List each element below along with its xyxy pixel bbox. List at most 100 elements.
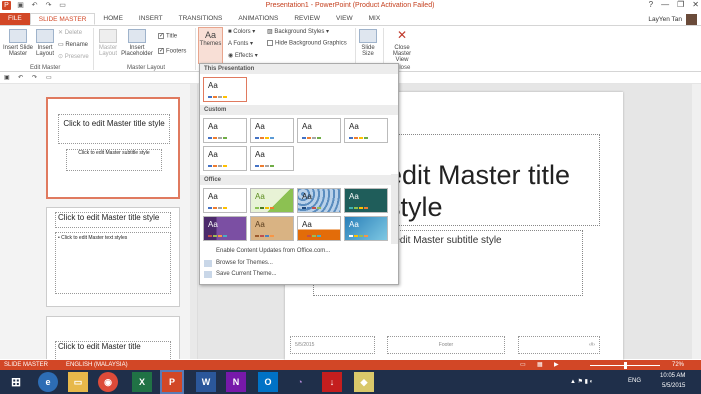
theme-custom-5[interactable]: Aa: [203, 146, 247, 171]
thumbnail-scrollbar[interactable]: [190, 84, 197, 359]
zoom-thumb[interactable]: [624, 362, 627, 369]
outlook-icon[interactable]: O: [258, 372, 278, 392]
clock-date[interactable]: 5/5/2015: [662, 383, 685, 389]
enable-updates-item: Enable Content Updates from Office.com..…: [216, 248, 331, 254]
tray-icons[interactable]: ▲ ⚑ ▮ ◐: [570, 378, 593, 385]
slide-master-icon: [9, 29, 27, 43]
slide-size-button[interactable]: Slide Size: [357, 29, 379, 57]
clock-time[interactable]: 10:05 AM: [660, 373, 685, 379]
theme-wisp[interactable]: Aa: [297, 216, 341, 241]
layout-thumbnail[interactable]: Click to edit Master title style • Click…: [46, 207, 180, 307]
thumb-body-2: • Click to edit Master text styles: [55, 232, 171, 294]
file-explorer-icon[interactable]: ▭: [68, 372, 88, 392]
close-button[interactable]: ✕: [692, 0, 699, 9]
insert-slide-master-button[interactable]: Insert Slide Master: [2, 29, 34, 57]
background-styles-button[interactable]: ▨ Background Styles ▾: [267, 28, 329, 35]
download-icon[interactable]: ↓: [322, 372, 342, 392]
browse-themes-item[interactable]: Browse for Themes...: [216, 260, 273, 266]
theme-facet[interactable]: Aa: [250, 188, 294, 213]
taskbar: ⊞ e ▭ ◉ X P W N O ◔ ↓ ◆ ▲ ⚑ ▮ ◐ ENG 10:0…: [0, 370, 701, 394]
user-account[interactable]: LayYen Tan: [648, 14, 697, 25]
tab-mix[interactable]: MIX: [361, 13, 389, 25]
thumb-subtitle: Click to edit Master subtitle style: [66, 149, 162, 171]
tab-slide-master[interactable]: SLIDE MASTER: [29, 13, 96, 25]
input-language[interactable]: ENG: [628, 378, 641, 384]
undo-icon-2[interactable]: ↶: [18, 74, 23, 81]
insert-placeholder-button[interactable]: Insert Placeholder: [121, 29, 153, 57]
tab-view[interactable]: VIEW: [328, 13, 361, 25]
theme-custom-6[interactable]: Aa: [250, 146, 294, 171]
redo-icon[interactable]: ↷: [44, 1, 53, 10]
preserve-button[interactable]: ⊙ Preserve: [58, 53, 89, 60]
status-language[interactable]: ENGLISH (MALAYSIA): [66, 362, 128, 368]
zoom-level[interactable]: 72%: [672, 362, 684, 368]
powerpoint-taskbar-icon[interactable]: P: [160, 370, 184, 394]
footer-placeholder[interactable]: Footer: [387, 336, 505, 354]
title-checkbox[interactable]: ✓ Title: [158, 33, 177, 40]
close-master-view-button[interactable]: ✕ Close Master View: [386, 29, 418, 64]
hide-background-checkbox[interactable]: Hide Background Graphics: [267, 40, 347, 47]
tab-transitions[interactable]: TRANSITIONS: [171, 13, 231, 25]
delete-button[interactable]: ✕ Delete: [58, 29, 82, 36]
tab-file[interactable]: FILE: [0, 13, 30, 25]
powerpoint-logo-icon[interactable]: P: [2, 1, 11, 10]
effects-button[interactable]: ◉ Effects ▾: [228, 52, 258, 59]
date-placeholder[interactable]: 5/5/2015: [290, 336, 375, 354]
theme-custom-2[interactable]: Aa: [250, 118, 294, 143]
rename-button[interactable]: ▭ Rename: [58, 41, 88, 48]
close-master-icon: ✕: [393, 29, 411, 43]
onenote-icon[interactable]: N: [226, 372, 246, 392]
insert-layout-button[interactable]: Insert Layout: [34, 29, 56, 57]
theme-organic[interactable]: Aa: [344, 188, 388, 213]
tab-home[interactable]: HOME: [95, 13, 131, 25]
save-theme-icon: [204, 271, 212, 278]
save-icon-2[interactable]: ▣: [4, 74, 10, 81]
themes-dropdown: This Presentation Aa Custom Aa Aa Aa Aa …: [199, 63, 399, 285]
theme-current[interactable]: Aa: [203, 77, 247, 102]
themes-scrollbar[interactable]: [391, 174, 398, 244]
theme-custom-1[interactable]: Aa: [203, 118, 247, 143]
app-folder-icon[interactable]: ◆: [354, 372, 374, 392]
master-layout-button[interactable]: Master Layout: [95, 29, 121, 57]
tab-insert[interactable]: INSERT: [131, 13, 171, 25]
footers-checkbox[interactable]: ✓ Footers: [158, 48, 186, 55]
help-button[interactable]: ?: [649, 0, 653, 9]
view-slideshow-icon[interactable]: ▶: [554, 361, 559, 368]
slide-thumbnail-pane[interactable]: Click to edit Master title style Click t…: [0, 84, 198, 359]
tab-review[interactable]: REVIEW: [286, 13, 328, 25]
redo-icon-2[interactable]: ↷: [32, 74, 37, 81]
restore-button[interactable]: ❐: [677, 0, 684, 9]
word-icon[interactable]: W: [196, 372, 216, 392]
view-sorter-icon[interactable]: ▦: [537, 361, 543, 368]
windows-start-icon[interactable]: ⊞: [6, 372, 26, 392]
fonts-button[interactable]: A Fonts ▾: [228, 40, 253, 47]
theme-slice[interactable]: Aa: [250, 216, 294, 241]
theme-ion[interactable]: Aa: [297, 188, 341, 213]
view-normal-icon[interactable]: ▭: [520, 361, 526, 368]
save-theme-item[interactable]: Save Current Theme...: [216, 271, 277, 277]
minimize-button[interactable]: —: [661, 0, 669, 9]
themes-button[interactable]: Aa Themes: [198, 27, 223, 64]
slide-number-placeholder[interactable]: ‹#›: [518, 336, 600, 354]
theme-office[interactable]: Aa: [203, 188, 247, 213]
master-thumbnail[interactable]: Click to edit Master title style Click t…: [46, 97, 180, 199]
colors-button[interactable]: ■ Colors ▾: [228, 28, 255, 35]
group-master-layout: Master Layout: [127, 65, 166, 71]
thumb-title-2: Click to edit Master title style: [55, 212, 171, 228]
chrome-icon[interactable]: ◉: [98, 372, 118, 392]
undo-icon[interactable]: ↶: [30, 1, 39, 10]
section-custom: Custom: [200, 105, 398, 115]
excel-icon[interactable]: X: [132, 372, 152, 392]
slideshow-icon-2[interactable]: ▭: [46, 74, 52, 81]
slideshow-icon[interactable]: ▭: [58, 1, 67, 10]
theme-integral[interactable]: Aa: [344, 216, 388, 241]
theme-custom-4[interactable]: Aa: [344, 118, 388, 143]
layout-thumbnail-3[interactable]: Click to edit Master title: [46, 316, 180, 359]
internet-explorer-icon[interactable]: e: [38, 372, 58, 392]
main-scrollbar[interactable]: [692, 84, 701, 359]
theme-retrospect[interactable]: Aa: [203, 216, 247, 241]
theme-custom-3[interactable]: Aa: [297, 118, 341, 143]
tab-animations[interactable]: ANIMATIONS: [230, 13, 286, 25]
app-swirl-icon[interactable]: ◔: [290, 372, 310, 392]
save-icon[interactable]: ▣: [16, 1, 25, 10]
